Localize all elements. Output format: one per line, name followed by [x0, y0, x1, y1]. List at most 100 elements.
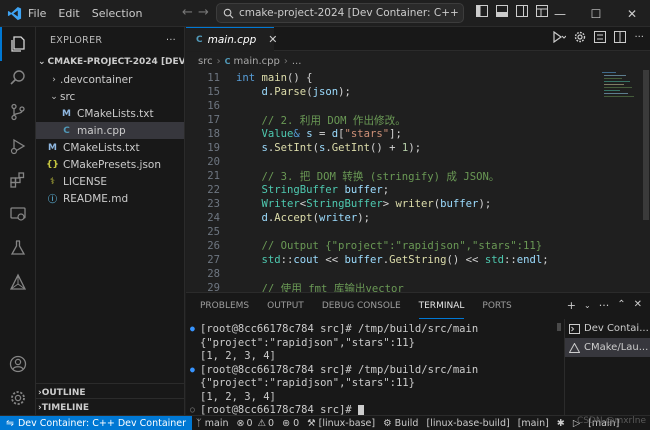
activity-search[interactable] [0, 61, 36, 95]
breadcrumb: src › C main.cpp › ... [186, 52, 650, 70]
terminal-scrollbar[interactable] [556, 321, 562, 416]
close-window-button[interactable]: ✕ [614, 0, 650, 27]
search-text: cmake-project-2024 [Dev Container: C++ D… [239, 7, 463, 19]
maximize-panel-icon[interactable]: ⌃ [617, 299, 625, 312]
json-file-icon: {} [46, 159, 59, 170]
tree-item-readme[interactable]: ⓘ README.md [36, 190, 184, 207]
tab-debug-console[interactable]: DEBUG CONSOLE [322, 293, 401, 319]
new-terminal-button[interactable]: + [567, 299, 576, 312]
terminal-item-dev-container[interactable]: Dev Contai... [565, 319, 650, 338]
tree-item-cmakelists[interactable]: M CMakeLists.txt [36, 139, 184, 156]
terminal-icon [569, 323, 580, 334]
activity-remote-explorer[interactable] [0, 197, 36, 231]
extensions-icon [10, 172, 25, 188]
editor-scrollbar[interactable] [642, 70, 650, 292]
menu-selection[interactable]: Selection [92, 7, 143, 20]
breadcrumb-file[interactable]: main.cpp [233, 56, 279, 67]
command-decoration-icon[interactable]: ● [190, 324, 198, 333]
activity-manage[interactable] [0, 381, 36, 415]
code-editor[interactable]: 11 int main() {15 d.Parse(json); 16 17 // 2… [186, 70, 598, 292]
wrench-icon: ⚒ [307, 417, 316, 429]
code-token: GetString [389, 254, 447, 266]
toggle-secondary-sidebar-icon[interactable] [516, 5, 528, 17]
maximize-button[interactable]: ☐ [578, 0, 614, 27]
terminal-output[interactable]: ● [root@8cc66178c784 src]# /tmp/build/src… [186, 321, 558, 416]
tab-problems[interactable]: PROBLEMS [200, 293, 249, 319]
license-file-icon: ⚕ [50, 176, 55, 187]
menu-file[interactable]: File [28, 7, 46, 20]
status-bar: ⇋ Dev Container: C++ Dev Container ᛉ main… [0, 415, 650, 430]
activity-cmake[interactable] [0, 265, 36, 299]
close-panel-icon[interactable]: ✕ [634, 299, 642, 312]
activity-source-control[interactable] [0, 95, 36, 129]
activity-accounts[interactable] [0, 347, 36, 381]
more-actions-icon[interactable]: ··· [599, 299, 610, 312]
code-text: // Output {"project":"rapidjson","stars"… [236, 240, 543, 252]
terminal-line: [root@8cc66178c784 src]# /tmp/build/src/… [200, 323, 479, 335]
chevron-down-icon[interactable]: ⌄ [584, 301, 591, 312]
open-changes-icon[interactable] [594, 31, 607, 43]
activity-testing[interactable] [0, 231, 36, 265]
menu-edit[interactable]: Edit [58, 7, 79, 20]
more-actions-icon[interactable]: ··· [634, 32, 644, 43]
tree-item-license[interactable]: ⚕ LICENSE [36, 173, 184, 190]
code-token: // Output {"project":"rapidjson","stars"… [236, 240, 543, 252]
timeline-section[interactable]: › TIMELINE [36, 398, 184, 415]
code-token: ; [382, 184, 390, 196]
command-decoration-icon[interactable]: ● [190, 365, 198, 374]
remote-explorer-icon [10, 207, 26, 221]
code-token: = [312, 128, 332, 140]
problems-indicator[interactable]: ⊗ 0 ⚠ 0 [237, 418, 275, 429]
cmake-target[interactable]: [main] [518, 418, 549, 429]
toggle-panel-icon[interactable] [496, 5, 508, 17]
activity-extensions[interactable] [0, 163, 36, 197]
line-number: 21 [207, 170, 220, 182]
tree-item-cmakepresets[interactable]: {} CMakePresets.json [36, 156, 184, 173]
tab-main-cpp[interactable]: C main.cpp ✕ [186, 27, 278, 51]
tab-terminal[interactable]: TERMINAL [418, 293, 465, 319]
command-decoration-icon[interactable]: ○ [190, 405, 198, 414]
git-branch[interactable]: ᛉ main [196, 418, 228, 429]
tree-item-devcontainer[interactable]: › .devcontainer [36, 71, 184, 88]
code-token: cout [293, 254, 319, 266]
tab-output[interactable]: OUTPUT [267, 293, 304, 319]
breadcrumb-src[interactable]: src [198, 56, 213, 67]
code-token: "stars" [344, 128, 390, 140]
gear-icon[interactable] [574, 31, 586, 43]
run-debug-dropdown-icon[interactable] [552, 31, 567, 43]
split-editor-icon[interactable] [614, 31, 627, 43]
tab-ports[interactable]: PORTS [482, 293, 511, 319]
remote-indicator[interactable]: ⇋ Dev Container: C++ Dev Container [0, 416, 193, 430]
activity-run-debug[interactable] [0, 129, 36, 163]
back-arrow-icon[interactable]: ← [182, 5, 193, 20]
watermark: CSDN @mxrlne [576, 416, 646, 426]
forward-arrow-icon[interactable]: → [198, 5, 209, 20]
minimap[interactable] [598, 70, 642, 292]
error-icon: ⊗ [236, 417, 245, 429]
command-center-search[interactable]: cmake-project-2024 [Dev Container: C++ D… [216, 3, 464, 23]
project-folder-header[interactable]: ⌄CMAKE-PROJECT-2024 [DEV CO... [36, 53, 184, 71]
gear-icon [11, 391, 25, 405]
line-number: 24 [207, 212, 220, 224]
line-number: 18 [207, 128, 220, 140]
code-text: std::cout << buffer.GetString() << std::… [236, 254, 549, 266]
terminal-item-cmake-launch[interactable]: CMake/Lau... [565, 338, 650, 357]
activity-explorer[interactable] [0, 27, 36, 61]
code-token: GetInt [331, 142, 371, 154]
tree-item-src[interactable]: ⌄ src [36, 88, 184, 105]
cmake-build-button[interactable]: ⚙ Build [383, 418, 418, 429]
cmake-debug-button[interactable]: ✱ [557, 418, 565, 429]
close-tab-icon[interactable]: ✕ [268, 33, 277, 46]
git-branch-icon: ᛉ [196, 417, 202, 429]
cmake-kit[interactable]: ⚒ [linux-base] [307, 418, 375, 429]
cmake-build-preset[interactable]: [linux-base-build] [426, 418, 509, 429]
bug-icon: ✱ [556, 417, 565, 429]
more-actions-icon[interactable]: ··· [166, 35, 176, 46]
breadcrumb-symbol[interactable]: ... [292, 56, 302, 67]
tree-item-main-cpp[interactable]: C main.cpp [36, 122, 184, 139]
toggle-primary-sidebar-icon[interactable] [476, 5, 488, 17]
ports-indicator[interactable]: ⊛ 0 [282, 418, 299, 429]
minimize-button[interactable]: — [542, 0, 578, 27]
tree-item-src-cmakelists[interactable]: M CMakeLists.txt [36, 105, 184, 122]
